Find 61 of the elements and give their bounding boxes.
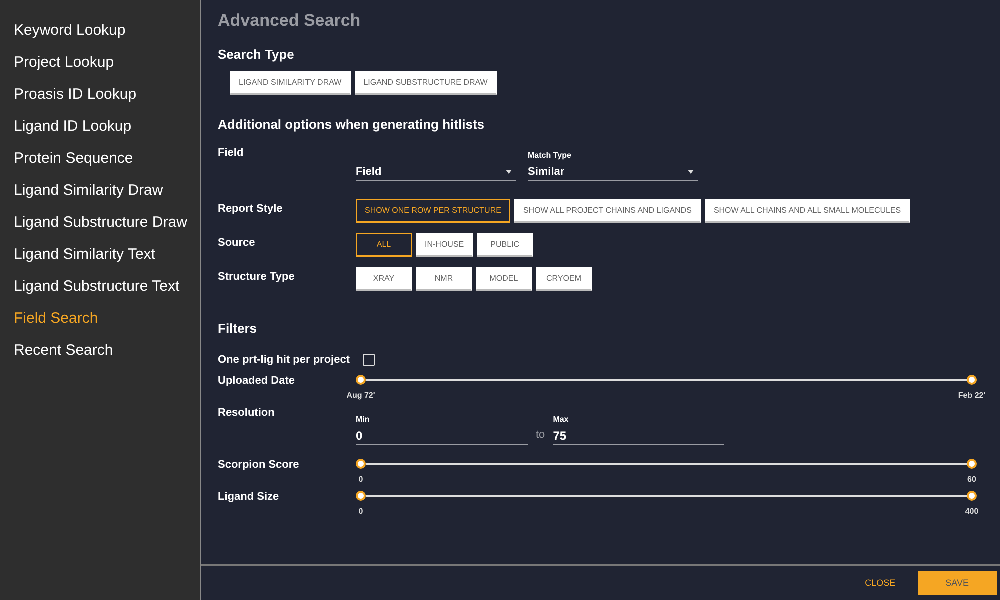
option-button[interactable]: IN-HOUSE bbox=[416, 233, 474, 257]
option-button[interactable]: NMR bbox=[416, 267, 472, 291]
match-type-select[interactable]: Similar bbox=[528, 163, 698, 181]
slider-thumb[interactable] bbox=[356, 459, 366, 469]
slider-thumb[interactable] bbox=[967, 459, 977, 469]
option-label: Source bbox=[218, 236, 256, 249]
sidebar-item[interactable]: Ligand Substructure Text bbox=[14, 278, 200, 310]
sidebar-item[interactable]: Ligand Similarity Text bbox=[14, 246, 200, 278]
section-heading: Filters bbox=[218, 321, 258, 338]
range-separator: to bbox=[536, 429, 546, 443]
option-label: Report Style bbox=[218, 202, 284, 215]
sidebar-item[interactable]: Ligand Similarity Draw bbox=[14, 182, 200, 214]
option-button[interactable]: XRAY bbox=[356, 267, 412, 291]
caret-icon bbox=[506, 170, 512, 174]
section-heading: Search Type bbox=[218, 47, 296, 64]
save-button[interactable]: SAVE bbox=[918, 571, 997, 595]
slider-thumb[interactable] bbox=[356, 375, 366, 385]
sidebar-item[interactable]: Ligand Substructure Draw bbox=[14, 214, 200, 246]
filter-label: Resolution bbox=[218, 407, 276, 419]
sidebar-item[interactable]: Protein Sequence bbox=[14, 150, 200, 182]
caret-icon bbox=[688, 170, 694, 174]
field-label: Max bbox=[553, 415, 570, 426]
option-button[interactable]: ALL bbox=[356, 233, 412, 257]
search-type-button[interactable]: LIGAND SUBSTRUCTURE DRAW bbox=[354, 71, 497, 95]
field-label: Match Type bbox=[528, 151, 572, 162]
max-input[interactable]: 75 bbox=[553, 427, 724, 445]
checkbox[interactable] bbox=[363, 354, 375, 366]
slider-value: 60 bbox=[968, 475, 976, 484]
filter-label: Uploaded Date bbox=[218, 375, 296, 387]
min-input[interactable]: 0 bbox=[356, 427, 528, 445]
option-button[interactable]: SHOW ALL CHAINS AND ALL SMALL MOLECULES bbox=[704, 199, 910, 223]
slider-value: 0 bbox=[358, 507, 364, 516]
slider-thumb[interactable] bbox=[356, 491, 366, 501]
slider-value: 0 bbox=[358, 475, 364, 484]
field-select[interactable]: Field bbox=[356, 163, 516, 181]
filter-label: Ligand Size bbox=[218, 491, 280, 503]
section-heading: Additional options when generating hitlists bbox=[218, 117, 486, 134]
slider-thumb[interactable] bbox=[967, 375, 977, 385]
slider-thumb[interactable] bbox=[967, 491, 977, 501]
page-title: Advanced Search bbox=[218, 11, 362, 32]
field-label: Min bbox=[356, 415, 371, 426]
slider-value: Aug 72' bbox=[346, 391, 376, 400]
field-label: Field bbox=[218, 147, 245, 159]
filter-label: Scorpion Score bbox=[218, 459, 300, 471]
option-button[interactable]: SHOW ONE ROW PER STRUCTURE bbox=[356, 199, 510, 223]
sidebar-item[interactable]: Recent Search bbox=[14, 342, 200, 374]
sidebar-item[interactable]: Ligand ID Lookup bbox=[14, 118, 200, 150]
option-button[interactable]: SHOW ALL PROJECT CHAINS AND LIGANDS bbox=[514, 199, 701, 223]
option-button[interactable]: CRYOEM bbox=[536, 267, 592, 291]
sidebar-item[interactable]: Keyword Lookup bbox=[14, 22, 200, 54]
option-button[interactable]: MODEL bbox=[476, 267, 532, 291]
search-type-button[interactable]: LIGAND SIMILARITY DRAW bbox=[230, 71, 351, 95]
sidebar-item[interactable]: Field Search bbox=[14, 310, 200, 342]
option-label: Structure Type bbox=[218, 270, 296, 283]
option-button[interactable]: PUBLIC bbox=[477, 233, 534, 257]
close-button[interactable]: CLOSE bbox=[855, 571, 906, 595]
slider-value: Feb 22' bbox=[958, 391, 986, 400]
slider-value: 400 bbox=[965, 507, 979, 516]
sidebar-item[interactable]: Proasis ID Lookup bbox=[14, 86, 200, 118]
sidebar-item[interactable]: Project Lookup bbox=[14, 54, 200, 86]
filter-label: One prt-lig hit per project bbox=[218, 354, 352, 366]
